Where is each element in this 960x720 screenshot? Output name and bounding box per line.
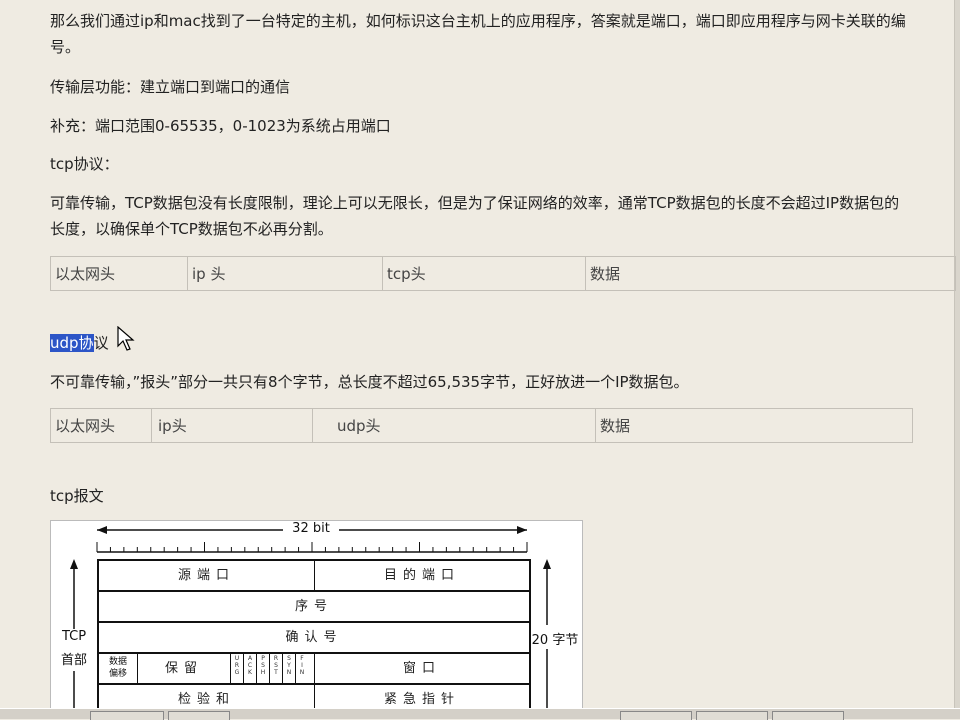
taskbar-button[interactable] (620, 711, 692, 720)
udp-packet-table: 以太网头 ip头 udp头 数据 (50, 408, 913, 443)
row-seq: 序号 (99, 592, 529, 623)
taskbar (0, 708, 960, 720)
row-control: 数据 偏移 保留 URG ACK PSH RST SYN FIN 窗口 (99, 654, 529, 685)
flag-ack: ACK (247, 655, 253, 676)
field-dst-port: 目的端口 (383, 568, 460, 583)
flag-psh: PSH (260, 655, 266, 676)
paragraph-tcp-desc: 可靠传输，TCP数据包没有长度限制，理论上可以无限长，但是为了保证网络的效率，通… (50, 194, 900, 238)
table-cell: 数据 (585, 256, 956, 291)
field-window: 窗口 (402, 661, 441, 676)
taskbar-button[interactable] (168, 711, 230, 720)
paragraph-port-intro: 那么我们通过ip和mac找到了一台特定的主机，如何标识这台主机上的应用程序，答案… (50, 12, 906, 56)
row-ack: 确认号 (99, 623, 529, 654)
page-scrollbar[interactable] (954, 0, 960, 718)
heading-tcp: tcp协议： (50, 155, 119, 173)
tcp-label: TCP (61, 629, 87, 644)
taskbar-button[interactable] (696, 711, 768, 720)
size-label: 20 字节 (531, 633, 579, 648)
field-ack: 确认号 (285, 630, 343, 645)
flag-fin: FIN (299, 655, 305, 676)
table-cell: udp头 (312, 408, 596, 443)
flag-rst: RST (273, 655, 279, 676)
field-offset: 数据 偏移 (108, 657, 127, 679)
mouse-cursor-icon (117, 326, 135, 351)
taskbar-button[interactable] (772, 711, 844, 720)
table-cell: ip 头 (187, 256, 383, 291)
table-cell: tcp头 (382, 256, 586, 291)
table-cell: 以太网头 (50, 408, 152, 443)
heading-udp[interactable]: udp协议 (50, 330, 910, 356)
paragraph-transport-function: 传输层功能：建立端口到端口的通信 (50, 78, 291, 96)
paragraph-udp-desc: 不可靠传输，”报头”部分一共只有8个字节，总长度不超过65,535字节，正好放进… (50, 373, 689, 391)
flag-syn: SYN (286, 655, 292, 676)
table-cell: ip头 (151, 408, 313, 443)
selected-text[interactable]: udp协 (50, 334, 94, 352)
table-cell: 以太网头 (50, 256, 188, 291)
field-src-port: 源端口 (177, 568, 235, 583)
heading-udp-rest: 议 (93, 334, 109, 352)
table-cell: 数据 (595, 408, 913, 443)
tcp-packet-table: 以太网头 ip 头 tcp头 数据 (50, 256, 956, 291)
width-label: 32 bit (292, 521, 330, 536)
header-fields: 源端口 目的端口 序号 确认号 数据 偏移 保留 URG ACK PSH RST … (97, 559, 531, 713)
field-seq: 序号 (294, 599, 333, 614)
tcp-header-diagram: 32 bit TCP 首部 20 字节 源端口 目的端口 序号 确认号 数据 偏移… (50, 520, 583, 714)
header-label: 首部 (60, 653, 87, 668)
heading-tcp-packet: tcp报文 (50, 487, 104, 505)
paragraph-port-range: 补充：端口范围0-65535，0-1023为系统占用端口 (50, 117, 391, 135)
flag-urg: URG (234, 655, 240, 676)
taskbar-button[interactable] (90, 711, 164, 720)
field-reserved: 保留 (164, 661, 203, 676)
row-ports: 源端口 目的端口 (99, 561, 529, 592)
